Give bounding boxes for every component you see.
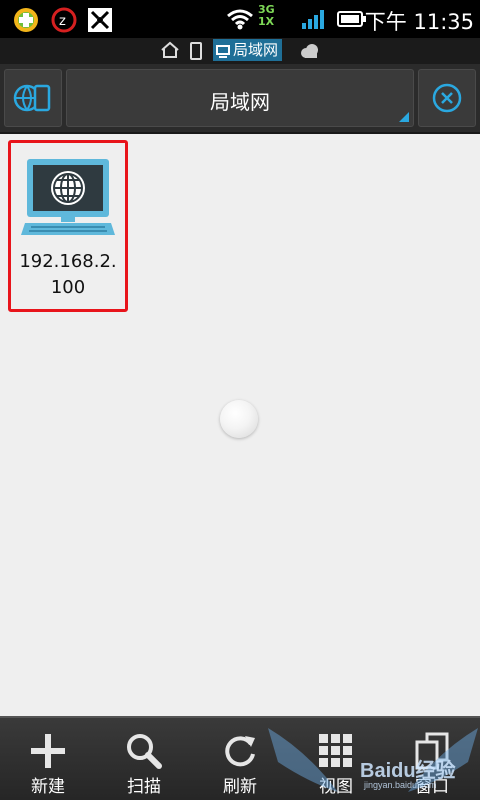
battery-icon	[336, 9, 368, 33]
new-button-label: 新建	[31, 777, 65, 797]
signal-icon	[300, 8, 328, 34]
app-icon	[12, 6, 42, 38]
clock: 下午 11:35	[364, 10, 474, 34]
lan-mini-icon	[216, 43, 230, 65]
status-bar: z 3G 1X 下午 11:35	[0, 0, 480, 38]
windows-button[interactable]: 窗口	[384, 718, 480, 800]
scan-button[interactable]: 扫描	[96, 718, 192, 800]
refresh-button-label: 刷新	[223, 777, 257, 797]
cat-icon	[86, 6, 114, 38]
refresh-icon	[225, 736, 255, 767]
toolbar: 局域网	[0, 64, 480, 134]
close-button[interactable]	[418, 69, 476, 127]
view-button[interactable]: 视图	[288, 718, 384, 800]
lan-computer-icon	[21, 157, 115, 245]
search-icon	[127, 734, 162, 769]
file-list: 192.168.2. 100	[0, 134, 480, 716]
new-button[interactable]: 新建	[0, 718, 96, 800]
zapya-icon: z	[50, 6, 78, 38]
breadcrumb-current-label: 局域网	[233, 41, 279, 59]
network-device-icon	[13, 80, 53, 120]
grid-icon	[319, 734, 352, 767]
refresh-button[interactable]: 刷新	[192, 718, 288, 800]
scan-button-label: 扫描	[127, 777, 161, 797]
phone-icon[interactable]	[190, 42, 202, 64]
svg-text:z: z	[59, 14, 66, 29]
bottom-toolbar: 新建 扫描 刷新 视图 窗口	[0, 716, 480, 800]
close-circle-icon	[431, 82, 463, 118]
network-device-button[interactable]	[4, 69, 62, 127]
file-name-line-1: 192.168.2.	[19, 251, 117, 272]
breadcrumb-current[interactable]: 局域网	[213, 39, 283, 61]
windows-icon	[415, 732, 449, 770]
location-dropdown[interactable]: 局域网	[66, 69, 414, 127]
network-type-bottom: 1X	[258, 15, 275, 28]
plus-icon	[31, 734, 65, 768]
file-item-lan-host[interactable]: 192.168.2. 100	[8, 140, 128, 312]
breadcrumb: 局域网	[0, 38, 480, 64]
loading-spinner	[220, 400, 258, 438]
windows-button-label: 窗口	[415, 777, 449, 797]
location-title: 局域网	[210, 90, 270, 114]
home-icon[interactable]	[160, 41, 180, 63]
wifi-icon	[226, 8, 254, 34]
cloud-icon[interactable]	[299, 43, 321, 63]
file-name-line-2: 100	[50, 277, 86, 298]
file-name: 192.168.2. 100	[11, 249, 125, 301]
view-button-label: 视图	[319, 777, 353, 797]
network-type: 3G 1X	[258, 4, 275, 28]
dropdown-arrow-icon	[399, 112, 409, 122]
